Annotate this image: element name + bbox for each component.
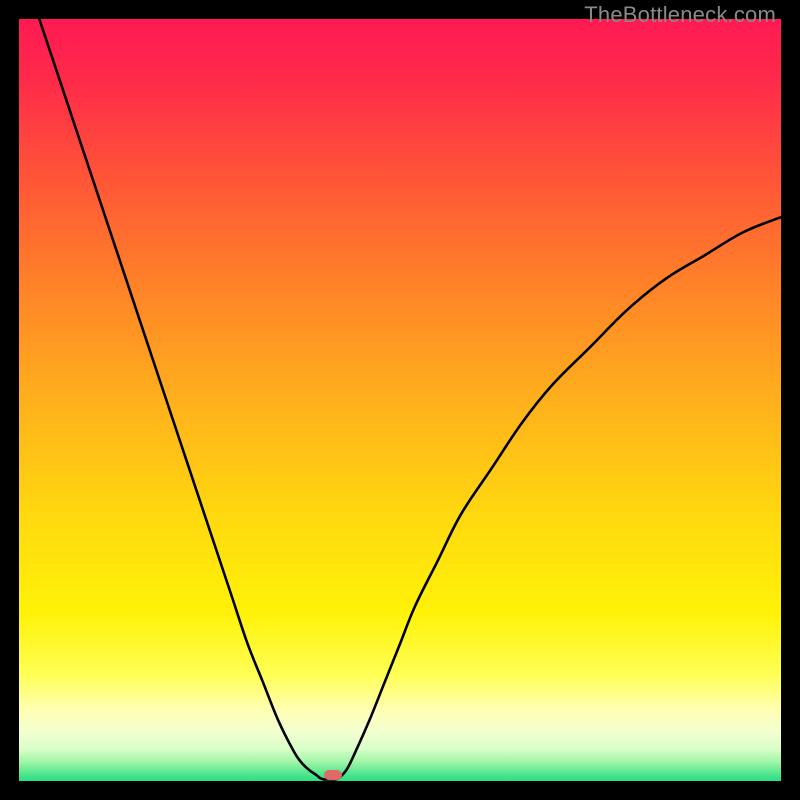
optimal-point-marker [324,770,342,780]
bottleneck-chart [19,19,781,781]
gradient-background [19,19,781,781]
chart-frame [19,19,781,781]
watermark-text: TheBottleneck.com [584,2,776,28]
